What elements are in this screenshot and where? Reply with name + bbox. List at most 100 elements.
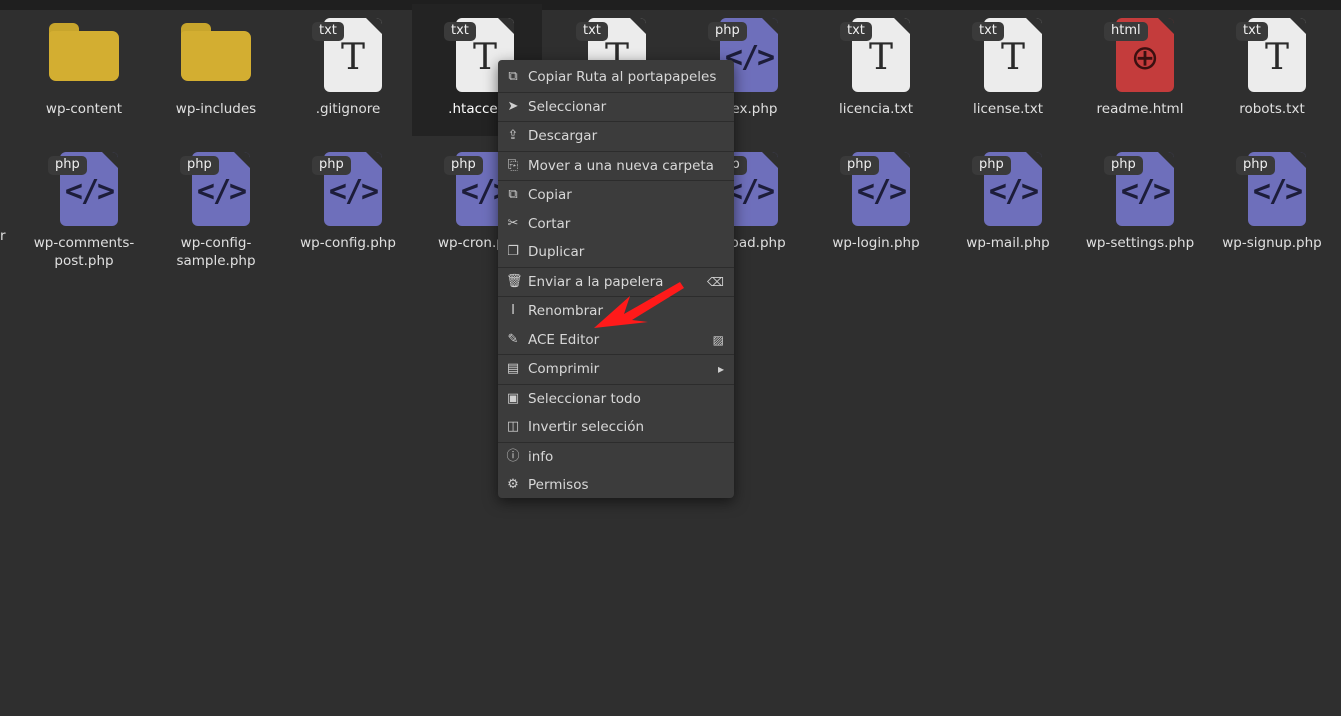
menu-item-copiar-ruta-al-portapapeles[interactable]: ⧉ Copiar Ruta al portapapeles: [498, 63, 734, 93]
file-name-label: wp-signup.php: [1222, 235, 1322, 251]
menu-item-label: Invertir selección: [528, 419, 645, 435]
file-icon-wrapper: Ttxt: [1236, 14, 1307, 94]
menu-item-label: info: [528, 448, 554, 465]
file-type-badge: php: [312, 156, 351, 175]
file-type-badge: php: [180, 156, 219, 175]
file-icon-wrapper: ⊕ html: [1104, 14, 1175, 94]
file-name-label: licencia.txt: [838, 101, 914, 117]
file-item[interactable]: </> php wp-config.php: [286, 148, 410, 252]
duplicate-icon: ❐: [507, 244, 519, 259]
menu-item-invertir-selecci-n[interactable]: ◫ Invertir selección: [498, 413, 734, 443]
menu-item-mover-a-una-nueva-carpeta[interactable]: ⎘ Mover a una nueva carpeta: [498, 152, 734, 181]
menu-item-label: Permisos: [528, 477, 589, 493]
file-icon-wrapper: </>php: [972, 148, 1043, 228]
file-type-badge: txt: [576, 22, 608, 41]
copy-icon: ⧉: [508, 69, 518, 84]
file-icon-wrapper: </>php: [312, 148, 383, 228]
file-icon-wrapper: [49, 14, 119, 94]
folder-item[interactable]: wp-content: [22, 14, 146, 118]
file-item[interactable]: Ttxt licencia.txt: [814, 14, 938, 118]
file-name-label: license.txt: [973, 101, 1043, 117]
file-name-label: wp-content: [45, 101, 123, 117]
file-item[interactable]: </> php wp-settings.php: [1078, 148, 1202, 252]
invert-selection-icon: ◫: [506, 419, 520, 434]
file-icon-wrapper: Ttxt: [312, 14, 383, 94]
menu-item-comprimir[interactable]: ▤ Comprimir ▸: [498, 355, 734, 385]
folder-item[interactable]: wp-includes: [154, 14, 278, 118]
menu-item-copiar[interactable]: ⧉ Copiar: [498, 181, 734, 210]
file-name-label: .gitignore: [315, 101, 381, 117]
menu-item-label: Copiar Ruta al portapapeles: [528, 69, 717, 85]
file-item[interactable]: ⊕ html readme.html: [1078, 14, 1202, 118]
menu-item-descargar[interactable]: ⇪ Descargar: [498, 122, 734, 152]
menu-item-label: Copiar: [528, 187, 572, 203]
file-item[interactable]: </> php wp-config-sample.php: [154, 148, 278, 270]
cursor-icon: ➤: [507, 98, 519, 114]
menu-item-info[interactable]: ⓘ info: [498, 443, 734, 472]
folder-icon: [49, 23, 119, 81]
file-item[interactable]: </> php wp-comments-post.php: [22, 148, 146, 270]
menu-item-label: Seleccionar: [528, 98, 607, 115]
copy-icon: ⧉: [508, 187, 518, 202]
file-icon-wrapper: </>php: [840, 148, 911, 228]
file-type-badge: php: [708, 22, 747, 41]
shortcut-icon: ▨: [712, 332, 724, 347]
file-name-label: wp-login.php: [832, 235, 920, 251]
folder-icon: [181, 23, 251, 81]
file-type-badge: txt: [1236, 22, 1268, 41]
menu-item-label: ACE Editor: [528, 331, 600, 348]
select-all-icon: ▣: [506, 390, 520, 406]
text-cursor-icon: I: [511, 303, 515, 318]
menu-item-label: Duplicar: [528, 244, 585, 260]
file-item[interactable]: Ttxt .gitignore: [286, 14, 410, 118]
file-type-badge: html: [1104, 22, 1148, 41]
menu-item-label: Seleccionar todo: [528, 390, 641, 407]
menu-item-seleccionar-todo[interactable]: ▣ Seleccionar todo: [498, 385, 734, 414]
file-item[interactable]: </> php wp-mail.php: [946, 148, 1070, 252]
file-type-badge: php: [840, 156, 879, 175]
file-icon-wrapper: </>php: [180, 148, 251, 228]
file-item[interactable]: Ttxt robots.txt: [1210, 14, 1334, 118]
move-folder-icon: ⎘: [507, 157, 519, 173]
file-type-badge: txt: [312, 22, 344, 41]
file-type-badge: txt: [840, 22, 872, 41]
file-item[interactable]: </> php wp-signup.php: [1210, 148, 1334, 252]
menu-item-permisos[interactable]: ⚙ Permisos: [498, 471, 734, 500]
menu-item-label: Comprimir: [528, 361, 600, 377]
file-icon-wrapper: </>php: [1236, 148, 1307, 228]
file-name-label: wp-mail.php: [966, 235, 1050, 251]
menu-item-seleccionar[interactable]: ➤ Seleccionar: [498, 93, 734, 122]
file-type-badge: txt: [444, 22, 476, 41]
menu-item-label: Cortar: [528, 215, 571, 232]
shortcut-icon: ⌫: [707, 274, 724, 289]
file-name-label: readme.html: [1096, 101, 1184, 117]
file-name-label: robots.txt: [1239, 101, 1305, 117]
menu-item-cortar[interactable]: ✂ Cortar: [498, 210, 734, 239]
file-icon-wrapper: </>php: [48, 148, 119, 228]
file-name-label: wp-config-sample.php: [176, 235, 256, 269]
file-icon-wrapper: Ttxt: [840, 14, 911, 94]
file-type-badge: txt: [972, 22, 1004, 41]
file-type-badge: php: [972, 156, 1011, 175]
archive-icon: ▤: [506, 361, 520, 376]
file-name-label: wp-settings.php: [1085, 235, 1195, 251]
file-name-label: wp-includes: [175, 101, 257, 117]
partial-file-label: r: [0, 228, 6, 244]
file-icon-wrapper: Ttxt: [972, 14, 1043, 94]
file-type-badge: php: [48, 156, 87, 175]
download-icon: ⇪: [507, 128, 519, 143]
file-item[interactable]: Ttxt license.txt: [946, 14, 1070, 118]
file-icon-wrapper: [181, 14, 251, 94]
scissors-icon: ✂: [507, 215, 519, 231]
file-icon-wrapper: </>php: [1104, 148, 1175, 228]
red-arrow-annotation: [594, 282, 684, 328]
file-name-label: wp-comments-post.php: [33, 235, 135, 269]
file-item[interactable]: </> php wp-login.php: [814, 148, 938, 252]
feather-icon: ✎: [507, 331, 519, 347]
top-bar: [0, 0, 1341, 10]
menu-item-duplicar[interactable]: ❐ Duplicar: [498, 238, 734, 268]
info-icon: ⓘ: [506, 448, 520, 464]
menu-item-label: Mover a una nueva carpeta: [528, 157, 714, 174]
file-name-label: wp-config.php: [300, 235, 396, 251]
file-type-badge: php: [444, 156, 483, 175]
